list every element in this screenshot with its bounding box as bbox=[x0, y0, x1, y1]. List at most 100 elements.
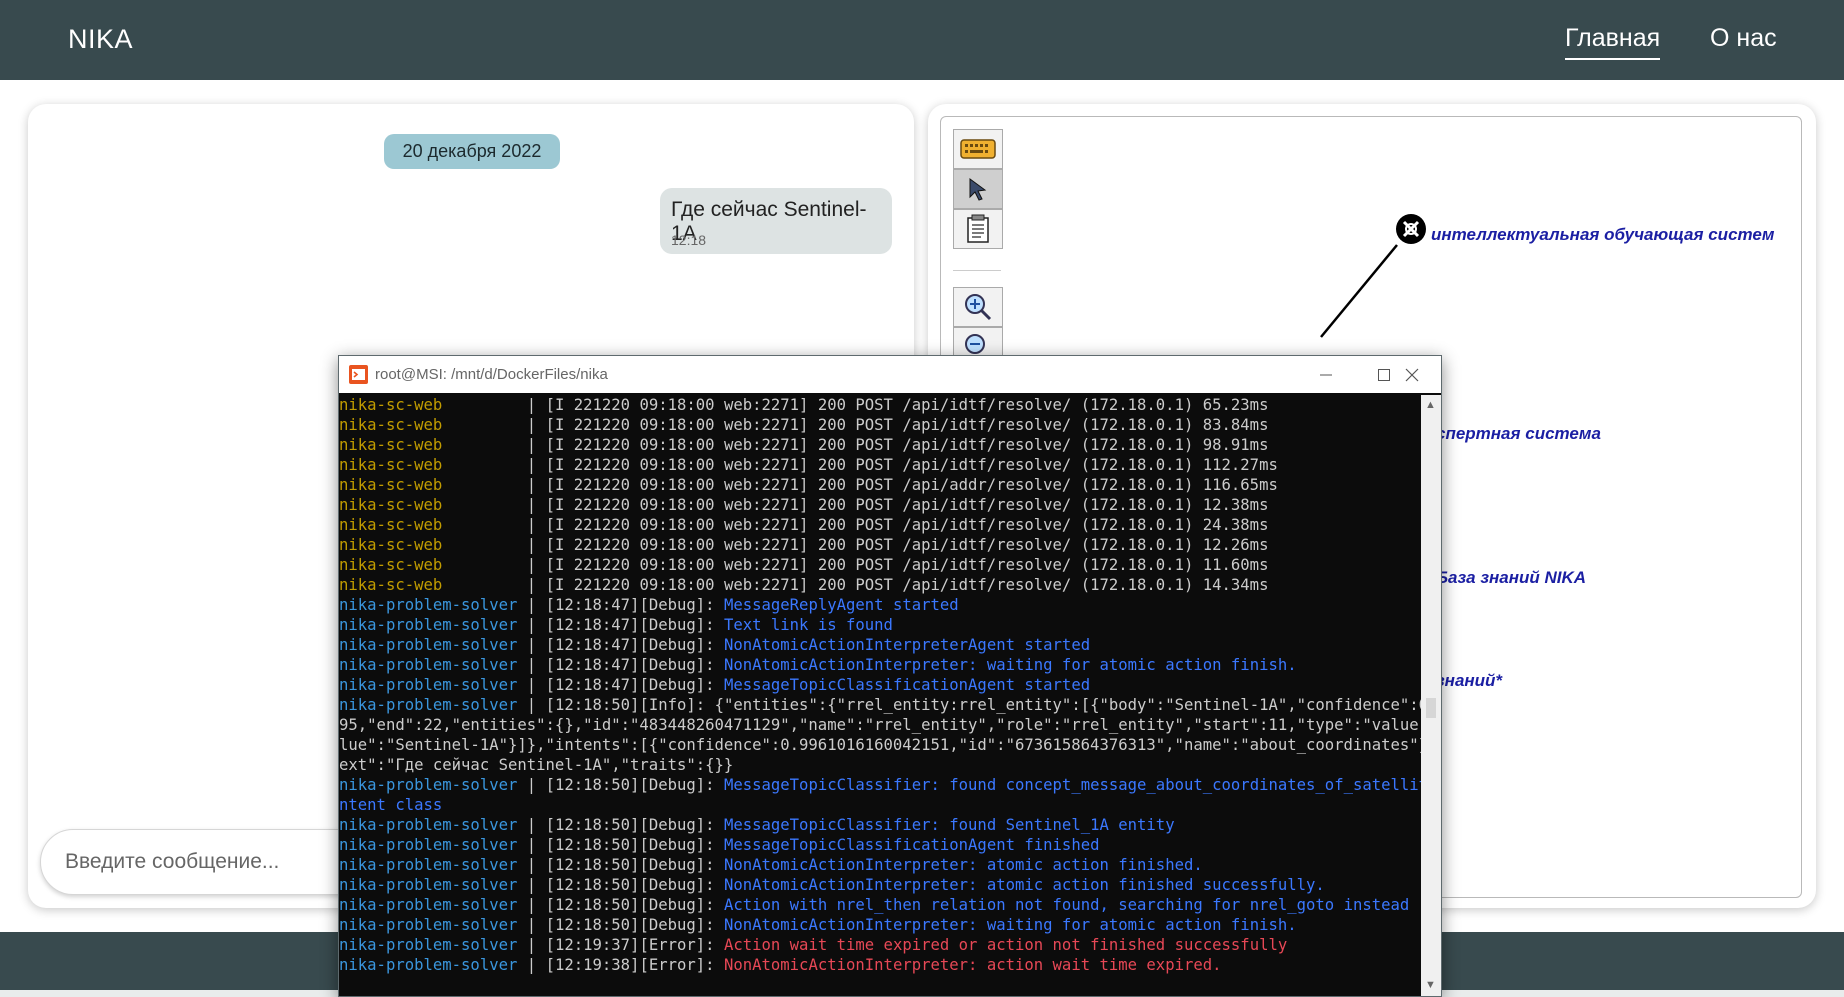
terminal-line-tag: [12:18:50][Debug]: bbox=[545, 916, 724, 934]
terminal-line-separator: | bbox=[442, 576, 546, 594]
top-navbar: NIKA Главная О нас bbox=[0, 0, 1844, 80]
terminal-line-tag: [12:18:50][Debug]: bbox=[545, 876, 724, 894]
terminal-line-source: nika-problem-solver bbox=[339, 896, 518, 914]
terminal-line-separator: | bbox=[517, 776, 546, 794]
terminal-line-message: MessageReplyAgent started bbox=[723, 596, 959, 614]
user-message-bubble: Где сейчас Sentinel-1A 12:18 bbox=[660, 188, 892, 254]
terminal-line-source: nika-sc-web bbox=[339, 496, 443, 514]
terminal-line-separator: | bbox=[517, 896, 546, 914]
terminal-line-message: Action wait time expired or action not f… bbox=[723, 936, 1288, 954]
graph-label-knowledge[interactable]: знаний* bbox=[1436, 671, 1502, 691]
terminal-line-message: MessageTopicClassifier: found concept_me… bbox=[723, 776, 1421, 794]
terminal-line-source: nika-sc-web bbox=[339, 396, 443, 414]
terminal-line-separator: | bbox=[442, 456, 546, 474]
terminal-line: nika-problem-solver | [12:18:50][Debug]:… bbox=[339, 815, 1421, 835]
graph-label-expert-system[interactable]: спертная система bbox=[1436, 424, 1601, 444]
terminal-line-text: 95,"end":22,"entities":{},"id":"48344826… bbox=[339, 716, 1421, 734]
terminal-line-text: ntent class bbox=[339, 796, 443, 814]
minimize-button[interactable] bbox=[1297, 356, 1355, 393]
terminal-line-tag: [12:18:50][Info]: bbox=[545, 696, 715, 714]
terminal-line-message: [I 221220 09:18:00 web:2271] 200 POST /a… bbox=[545, 576, 1269, 594]
terminal-line-message: [I 221220 09:18:00 web:2271] 200 POST /a… bbox=[545, 556, 1269, 574]
terminal-line: nika-problem-solver | [12:18:50][Debug]:… bbox=[339, 775, 1421, 795]
terminal-line-separator: | bbox=[517, 856, 546, 874]
terminal-line-separator: | bbox=[442, 516, 546, 534]
graph-label-intelligent-system[interactable]: интеллектуальная обучающая систем bbox=[1431, 225, 1774, 245]
terminal-line-tag: [12:18:47][Debug]: bbox=[545, 656, 724, 674]
terminal-titlebar[interactable]: root@MSI: /mnt/d/DockerFiles/nika bbox=[339, 356, 1441, 393]
terminal-line-message: [I 221220 09:18:00 web:2271] 200 POST /a… bbox=[545, 496, 1269, 514]
terminal-line: nika-problem-solver | [12:18:47][Debug]:… bbox=[339, 655, 1421, 675]
terminal-line-message: NonAtomicActionInterpreterAgent started bbox=[723, 636, 1091, 654]
terminal-line-tag: [12:18:47][Debug]: bbox=[545, 596, 724, 614]
terminal-line-separator: | bbox=[442, 436, 546, 454]
terminal-line: lue":"Sentinel-1A"}]},"intents":[{"confi… bbox=[339, 735, 1421, 755]
nav-link-home[interactable]: Главная bbox=[1565, 24, 1661, 60]
terminal-line-source: nika-problem-solver bbox=[339, 956, 518, 974]
terminal-line-message: NonAtomicActionInterpreter: atomic actio… bbox=[723, 856, 1203, 874]
terminal-line-source: nika-problem-solver bbox=[339, 856, 518, 874]
terminal-line-message: [I 221220 09:18:00 web:2271] 200 POST /a… bbox=[545, 456, 1278, 474]
terminal-line-separator: | bbox=[517, 656, 546, 674]
terminal-line-separator: | bbox=[517, 876, 546, 894]
date-badge: 20 декабря 2022 bbox=[384, 134, 560, 169]
terminal-line: nika-problem-solver | [12:18:50][Debug]:… bbox=[339, 915, 1421, 935]
terminal-line-tag: [12:18:47][Debug]: bbox=[545, 676, 724, 694]
terminal-line-message: Action with nrel_then relation not found… bbox=[723, 896, 1410, 914]
terminal-line: 95,"end":22,"entities":{},"id":"48344826… bbox=[339, 715, 1421, 735]
terminal-output[interactable]: nika-sc-web | [I 221220 09:18:00 web:227… bbox=[339, 395, 1421, 996]
terminal-line: nika-sc-web | [I 221220 09:18:00 web:227… bbox=[339, 435, 1421, 455]
terminal-line-message: [I 221220 09:18:00 web:2271] 200 POST /a… bbox=[545, 536, 1269, 554]
terminal-line: nika-problem-solver | [12:18:50][Debug]:… bbox=[339, 875, 1421, 895]
terminal-line-message: Text link is found bbox=[723, 616, 893, 634]
terminal-line-separator: | bbox=[517, 916, 546, 934]
terminal-line-source: nika-problem-solver bbox=[339, 656, 518, 674]
terminal-line-separator: | bbox=[442, 536, 546, 554]
terminal-line: nika-sc-web | [I 221220 09:18:00 web:227… bbox=[339, 395, 1421, 415]
terminal-line-message: MessageTopicClassifier: found Sentinel_1… bbox=[723, 816, 1175, 834]
terminal-line: nika-problem-solver | [12:18:47][Debug]:… bbox=[339, 675, 1421, 695]
terminal-line-message: MessageTopicClassificationAgent finished bbox=[723, 836, 1100, 854]
terminal-line-separator: | bbox=[442, 476, 546, 494]
terminal-line: nika-sc-web | [I 221220 09:18:00 web:227… bbox=[339, 515, 1421, 535]
terminal-line-source: nika-problem-solver bbox=[339, 936, 518, 954]
terminal-line-message: NonAtomicActionInterpreter: atomic actio… bbox=[723, 876, 1325, 894]
terminal-line-separator: | bbox=[517, 636, 546, 654]
terminal-line-message: [I 221220 09:18:00 web:2271] 200 POST /a… bbox=[545, 416, 1269, 434]
terminal-line-separator: | bbox=[517, 596, 546, 614]
terminal-window[interactable]: root@MSI: /mnt/d/DockerFiles/nika nika-s… bbox=[338, 355, 1442, 997]
brand-logo[interactable]: NIKA bbox=[68, 24, 133, 55]
terminal-line-separator: | bbox=[442, 556, 546, 574]
terminal-line-separator: | bbox=[442, 416, 546, 434]
terminal-line-source: nika-sc-web bbox=[339, 536, 443, 554]
terminal-line-separator: | bbox=[517, 676, 546, 694]
terminal-line-separator: | bbox=[442, 496, 546, 514]
terminal-line-separator: | bbox=[517, 816, 546, 834]
terminal-line: nika-sc-web | [I 221220 09:18:00 web:227… bbox=[339, 415, 1421, 435]
terminal-line: nika-problem-solver | [12:18:47][Debug]:… bbox=[339, 595, 1421, 615]
terminal-line: nika-problem-solver | [12:18:50][Info]: … bbox=[339, 695, 1421, 715]
terminal-line: nika-problem-solver | [12:18:47][Debug]:… bbox=[339, 615, 1421, 635]
message-time: 12:18 bbox=[671, 232, 707, 248]
terminal-line-message: {"entities":{"rrel_entity:rrel_entity":[… bbox=[714, 696, 1421, 714]
scroll-thumb[interactable] bbox=[1426, 698, 1436, 718]
terminal-line-separator: | bbox=[517, 616, 546, 634]
terminal-line-source: nika-problem-solver bbox=[339, 916, 518, 934]
terminal-scrollbar[interactable]: ▲ ▼ bbox=[1421, 395, 1441, 996]
close-button[interactable] bbox=[1383, 356, 1441, 393]
nav-link-about[interactable]: О нас bbox=[1710, 24, 1777, 53]
terminal-line-message: NonAtomicActionInterpreter: waiting for … bbox=[723, 916, 1297, 934]
terminal-line-source: nika-sc-web bbox=[339, 456, 443, 474]
terminal-line: nika-problem-solver | [12:18:47][Debug]:… bbox=[339, 635, 1421, 655]
terminal-line: ext":"Где сейчас Sentinel-1A","traits":{… bbox=[339, 755, 1421, 775]
terminal-line: nika-sc-web | [I 221220 09:18:00 web:227… bbox=[339, 475, 1421, 495]
terminal-line: nika-sc-web | [I 221220 09:18:00 web:227… bbox=[339, 555, 1421, 575]
terminal-line-message: MessageTopicClassificationAgent started bbox=[723, 676, 1091, 694]
terminal-line-message: [I 221220 09:18:00 web:2271] 200 POST /a… bbox=[545, 476, 1278, 494]
scroll-down-icon[interactable]: ▼ bbox=[1425, 979, 1436, 991]
scroll-up-icon[interactable]: ▲ bbox=[1425, 399, 1436, 411]
terminal-line-message: NonAtomicActionInterpreter: action wait … bbox=[723, 956, 1222, 974]
terminal-line-separator: | bbox=[517, 956, 546, 974]
terminal-line-source: nika-problem-solver bbox=[339, 596, 518, 614]
graph-label-nika-kb[interactable]: База знаний NIKA bbox=[1436, 568, 1586, 588]
